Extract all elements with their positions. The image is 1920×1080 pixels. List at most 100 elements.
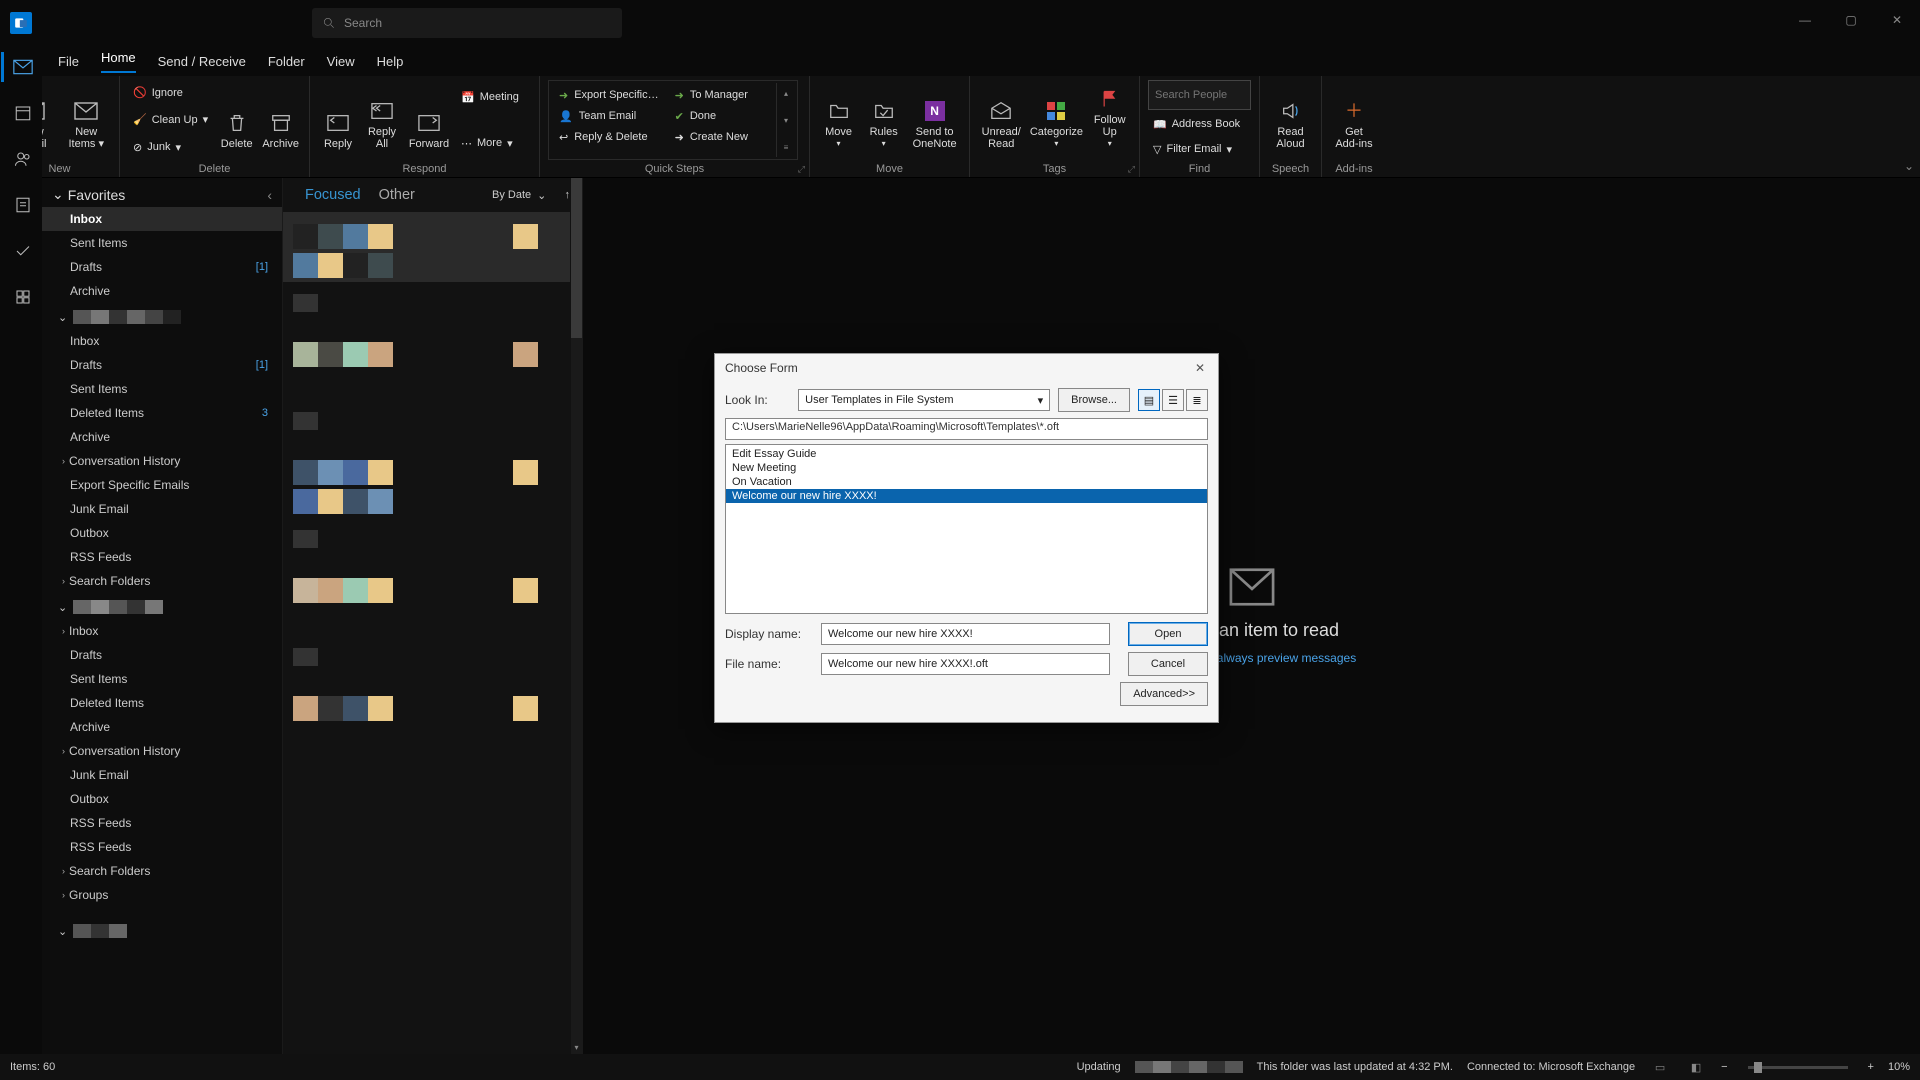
folder-item[interactable]: ›Inbox <box>42 619 282 643</box>
maximize-button[interactable]: ▢ <box>1828 0 1874 40</box>
browse-button[interactable]: Browse... <box>1058 388 1130 412</box>
get-addins-button[interactable]: ＋Get Add-ins <box>1330 80 1378 152</box>
quickstep-item[interactable]: ✔Done <box>671 106 772 126</box>
folder-item[interactable]: ›Conversation History <box>42 739 282 763</box>
message-list-item[interactable] <box>283 330 570 400</box>
menu-help[interactable]: Help <box>377 54 404 69</box>
quickstep-item[interactable]: ➜To Manager <box>671 85 772 105</box>
rail-people[interactable] <box>1 144 41 174</box>
view-normal-button[interactable]: ▭ <box>1649 1058 1671 1076</box>
categorize-button[interactable]: Categorize▾ <box>1028 80 1084 152</box>
followup-button[interactable]: Follow Up▾ <box>1088 80 1131 152</box>
template-list-item[interactable]: On Vacation <box>726 475 1207 489</box>
view-large-icons-button[interactable]: ▤ <box>1138 389 1160 411</box>
template-list[interactable]: Edit Essay GuideNew MeetingOn VacationWe… <box>725 444 1208 614</box>
lookin-dropdown[interactable]: User Templates in File System▾ <box>798 389 1050 411</box>
rail-mail[interactable] <box>1 52 41 82</box>
close-button[interactable]: ✕ <box>1874 0 1920 40</box>
folder-item[interactable]: Archive <box>42 715 282 739</box>
folder-item[interactable]: Deleted Items <box>42 691 282 715</box>
message-list-item[interactable] <box>283 684 570 754</box>
zoom-out-button[interactable]: − <box>1721 1061 1727 1073</box>
folder-item[interactable]: Archive <box>42 425 282 449</box>
folder-sent-items[interactable]: Sent Items <box>42 231 282 255</box>
quicksteps-scroll-up[interactable]: ▴ <box>779 85 793 101</box>
folder-item[interactable]: Drafts[1] <box>42 353 282 377</box>
folder-archive[interactable]: Archive <box>42 279 282 303</box>
cleanup-button[interactable]: 🧹Clean Up ▾ <box>128 109 213 131</box>
message-scrollbar-thumb[interactable] <box>571 178 582 338</box>
tab-other[interactable]: Other <box>379 187 415 203</box>
menu-view[interactable]: View <box>327 54 355 69</box>
view-details-button[interactable]: ≣ <box>1186 389 1208 411</box>
message-list-item[interactable] <box>283 212 570 282</box>
archive-button[interactable]: Archive <box>260 80 301 152</box>
move-button[interactable]: Move▾ <box>818 80 859 152</box>
unread-read-button[interactable]: Unread/ Read <box>978 80 1024 152</box>
collapse-folder-pane[interactable]: ‹ <box>267 187 272 203</box>
folder-item[interactable]: Sent Items <box>42 667 282 691</box>
message-list-item[interactable] <box>283 400 570 448</box>
folder-drafts[interactable]: Drafts[1] <box>42 255 282 279</box>
quickstep-item[interactable]: ➜Export Specific… <box>555 85 663 105</box>
account-header-3[interactable]: ⌄ <box>42 917 282 943</box>
display-name-input[interactable] <box>821 623 1110 645</box>
message-scrollbar-down[interactable]: ▾ <box>571 1040 582 1054</box>
folder-item[interactable]: RSS Feeds <box>42 835 282 859</box>
open-button[interactable]: Open <box>1128 622 1208 646</box>
folder-item[interactable]: RSS Feeds <box>42 811 282 835</box>
folder-item[interactable]: Junk Email <box>42 497 282 521</box>
template-list-item[interactable]: Edit Essay Guide <box>726 447 1207 461</box>
folder-item[interactable]: RSS Feeds <box>42 545 282 569</box>
junk-button[interactable]: ⊘Junk ▾ <box>128 136 213 158</box>
sort-dropdown[interactable]: By Date⌄ ↑ <box>492 189 570 202</box>
rules-button[interactable]: Rules▾ <box>863 80 904 152</box>
quicksteps-expand[interactable]: ≡ <box>779 139 793 155</box>
dialog-close-button[interactable]: ✕ <box>1188 357 1212 379</box>
account-header-1[interactable]: ⌄ <box>42 303 282 329</box>
minimize-button[interactable]: — <box>1782 0 1828 40</box>
meeting-button[interactable]: 📅Meeting <box>456 86 524 108</box>
delete-button[interactable]: Delete <box>217 80 256 152</box>
message-list-item[interactable] <box>283 566 570 636</box>
folder-item[interactable]: ›Search Folders <box>42 859 282 883</box>
folder-item[interactable]: Drafts <box>42 643 282 667</box>
quickstep-item[interactable]: ↩Reply & Delete <box>555 127 663 147</box>
quicksteps-scroll-down[interactable]: ▾ <box>779 112 793 128</box>
template-list-item[interactable]: Welcome our new hire XXXX! <box>726 489 1207 503</box>
new-items-button[interactable]: New Items ▾ <box>62 80 112 152</box>
tab-focused[interactable]: Focused <box>305 187 361 203</box>
reply-button[interactable]: Reply <box>318 80 358 152</box>
cancel-button[interactable]: Cancel <box>1128 652 1208 676</box>
favorites-header[interactable]: ⌄Favorites <box>52 186 125 203</box>
message-list-item[interactable] <box>283 282 570 330</box>
search-people-input[interactable] <box>1148 80 1251 110</box>
message-list[interactable] <box>283 212 582 1054</box>
template-list-item[interactable]: New Meeting <box>726 461 1207 475</box>
folder-item[interactable]: Deleted Items3 <box>42 401 282 425</box>
rail-calendar[interactable] <box>1 98 41 128</box>
folder-item[interactable]: ›Groups <box>42 883 282 907</box>
folder-item[interactable]: ›Search Folders <box>42 569 282 593</box>
global-search-input[interactable]: Search <box>312 8 622 38</box>
ignore-button[interactable]: 🚫Ignore <box>128 82 213 104</box>
message-list-item[interactable] <box>283 448 570 518</box>
filter-email-button[interactable]: ▽Filter Email ▾ <box>1148 138 1251 160</box>
quickstep-item[interactable]: 👤Team Email <box>555 106 663 126</box>
file-name-input[interactable] <box>821 653 1110 675</box>
folder-item[interactable]: Inbox <box>42 329 282 353</box>
tags-launcher[interactable]: ⤢ <box>1128 164 1135 175</box>
send-to-onenote-button[interactable]: NSend to OneNote <box>908 80 961 152</box>
zoom-slider[interactable] <box>1748 1066 1848 1069</box>
folder-item[interactable]: ›Conversation History <box>42 449 282 473</box>
rail-more[interactable] <box>1 282 41 312</box>
quickstep-item[interactable]: ➜Create New <box>671 127 772 147</box>
advanced-button[interactable]: Advanced>> <box>1120 682 1208 706</box>
forward-button[interactable]: Forward <box>406 80 452 152</box>
folder-inbox[interactable]: Inbox <box>42 207 282 231</box>
quicksteps-launcher[interactable]: ⤢ <box>798 164 805 175</box>
menu-home[interactable]: Home <box>101 50 136 73</box>
view-reading-button[interactable]: ◧ <box>1685 1058 1707 1076</box>
address-book-button[interactable]: 📖Address Book <box>1148 113 1251 135</box>
folder-item[interactable]: Sent Items <box>42 377 282 401</box>
